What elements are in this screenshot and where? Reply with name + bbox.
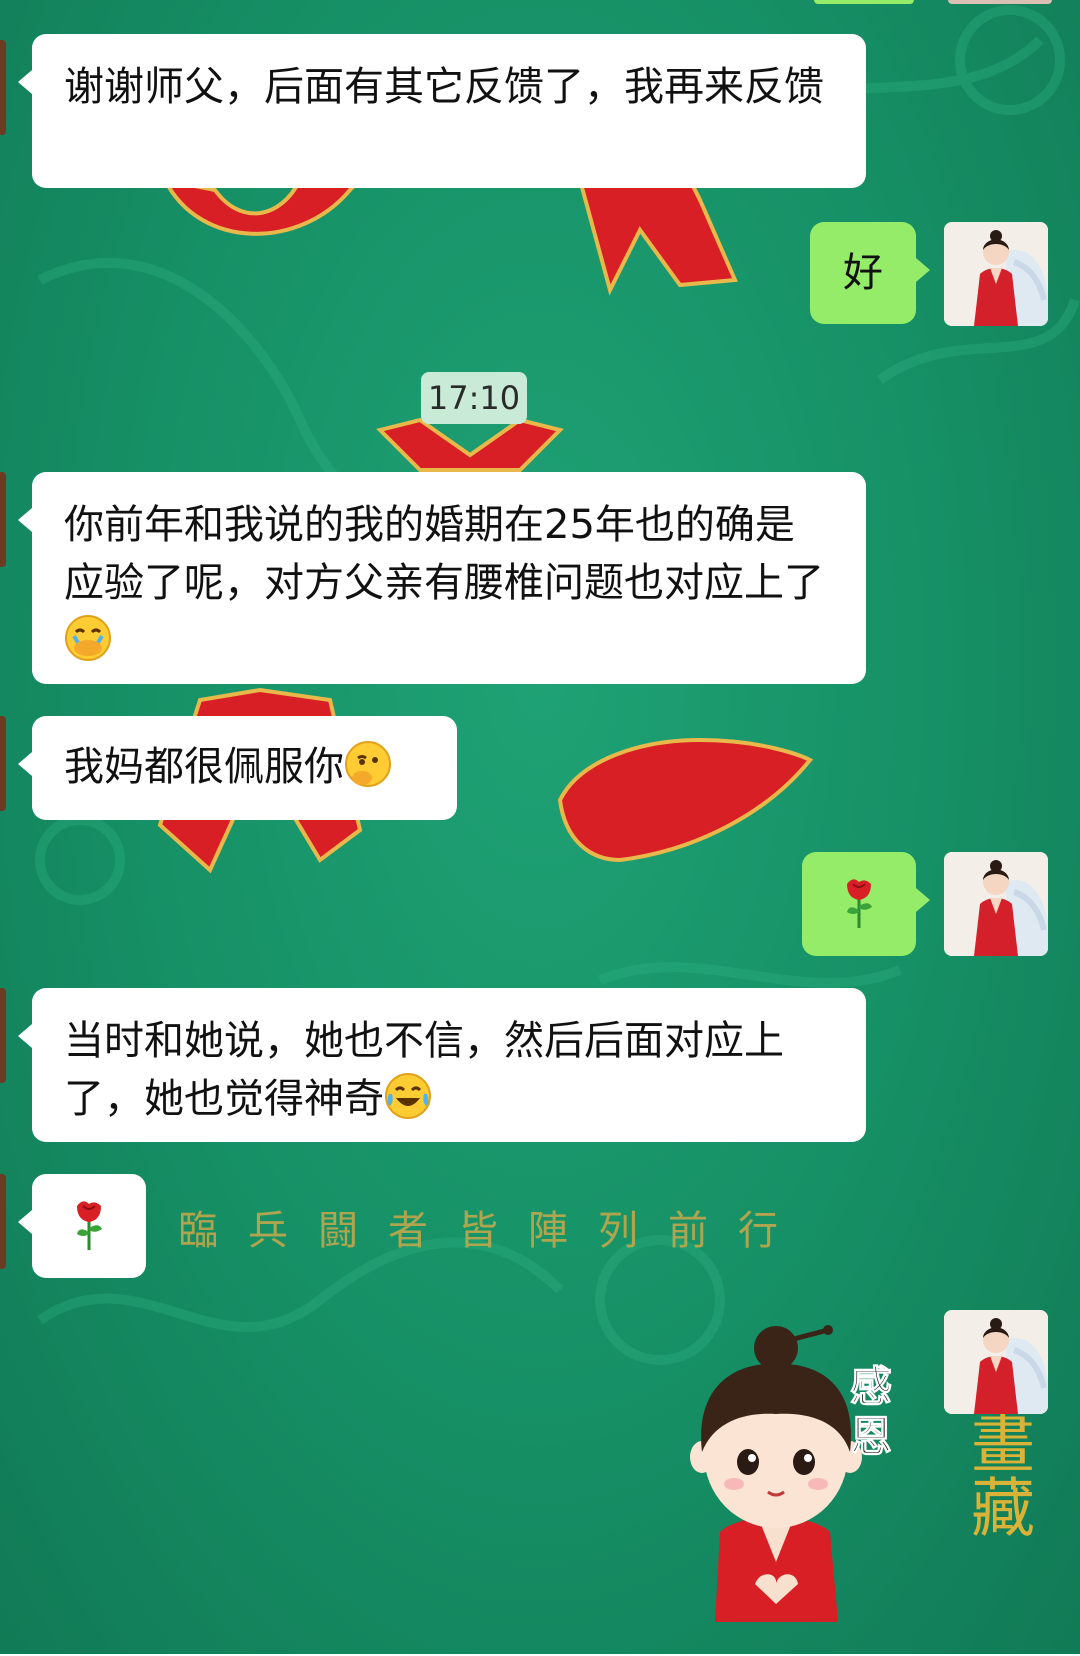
background-watermark-text: 臨兵闘者皆陣列前行 [178, 1208, 808, 1254]
previous-bubble-edge [814, 0, 914, 4]
rose-icon [847, 879, 872, 928]
contact-avatar-edge[interactable] [0, 40, 6, 135]
face-with-hand-over-mouth-icon [65, 615, 111, 661]
sticker-message[interactable]: 感恩 [660, 1322, 920, 1652]
message-bubble-incoming[interactable]: 我妈都很佩服你 [18, 716, 457, 820]
user-avatar-image [944, 1310, 1048, 1414]
tears-of-joy-icon [385, 1073, 431, 1119]
user-avatar-image [944, 852, 1048, 956]
sticker-caption: 感恩 [850, 1362, 893, 1462]
message-text: 谢谢师父，后面有其它反馈了，我再来反馈 [64, 64, 824, 110]
user-avatar[interactable] [944, 1310, 1048, 1414]
user-avatar[interactable] [944, 222, 1048, 326]
user-avatar-image [944, 222, 1048, 326]
rose-icon [77, 1201, 102, 1250]
message-bubble-outgoing[interactable] [802, 852, 930, 956]
contact-avatar-edge[interactable] [0, 1174, 6, 1269]
message-bubble-incoming[interactable]: 你前年和我说的我的婚期在25年也的确是应验了呢，对方父亲有腰椎问题也对应上了 [18, 472, 866, 684]
message-bubble-outgoing[interactable]: 好 [810, 222, 930, 324]
thinking-face-icon [345, 741, 391, 787]
message-text: 我妈都很佩服你 [64, 744, 344, 790]
contact-avatar-edge[interactable] [0, 472, 6, 567]
contact-avatar-edge[interactable] [0, 988, 6, 1083]
message-bubble-incoming[interactable]: 谢谢师父，后面有其它反馈了，我再来反馈 [18, 34, 866, 188]
previous-avatar-edge [948, 0, 1052, 4]
message-text: 好 [843, 250, 883, 296]
user-avatar[interactable] [944, 852, 1048, 956]
timestamp: 17:10 [421, 372, 527, 424]
background-seal-text: 畫藏 [960, 1410, 1034, 1538]
message-text: 你前年和我说的我的婚期在25年也的确是应验了呢，对方父亲有腰椎问题也对应上了 [64, 502, 824, 606]
message-bubble-incoming[interactable] [18, 1174, 146, 1278]
message-bubble-incoming[interactable]: 当时和她说，她也不信，然后后面对应上了，她也觉得神奇 [18, 988, 866, 1142]
contact-avatar-edge[interactable] [0, 716, 6, 811]
